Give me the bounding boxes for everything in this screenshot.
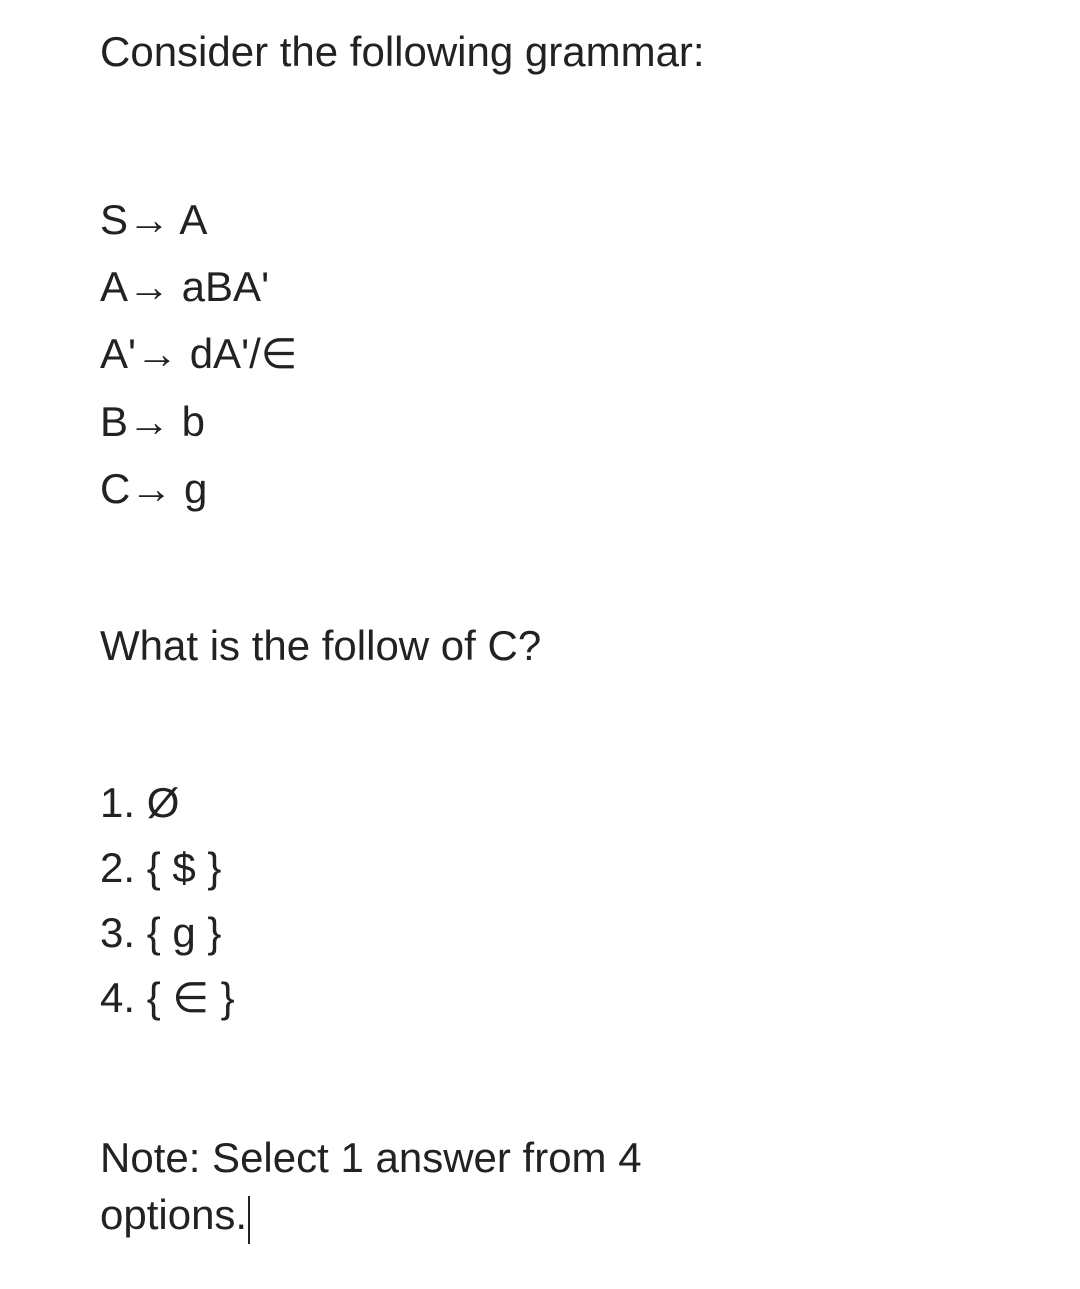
grammar-rule: S→ A bbox=[100, 186, 980, 253]
grammar-rule: B→ b bbox=[100, 388, 980, 455]
grammar-rule: A→ aBA' bbox=[100, 253, 980, 320]
answer-option[interactable]: 4. { ∈ } bbox=[100, 965, 980, 1030]
answer-options: 1. Ø 2. { $ } 3. { g } 4. { ∈ } bbox=[100, 770, 980, 1030]
grammar-rule: A'→ dA'/∈ bbox=[100, 320, 980, 387]
grammar-rule: C→ g bbox=[100, 455, 980, 522]
answer-option[interactable]: 1. Ø bbox=[100, 770, 980, 835]
note-line-1: Note: Select 1 answer from 4 bbox=[100, 1134, 642, 1181]
note-line-2: options. bbox=[100, 1191, 247, 1238]
question-text: What is the follow of C? bbox=[100, 622, 980, 670]
answer-option[interactable]: 2. { $ } bbox=[100, 835, 980, 900]
grammar-block: S→ A A→ aBA' A'→ dA'/∈ B→ b C→ g bbox=[100, 186, 980, 522]
answer-option[interactable]: 3. { g } bbox=[100, 900, 980, 965]
text-cursor-icon bbox=[248, 1196, 250, 1244]
note-text: Note: Select 1 answer from 4 options. bbox=[100, 1130, 980, 1243]
question-heading: Consider the following grammar: bbox=[100, 28, 980, 76]
